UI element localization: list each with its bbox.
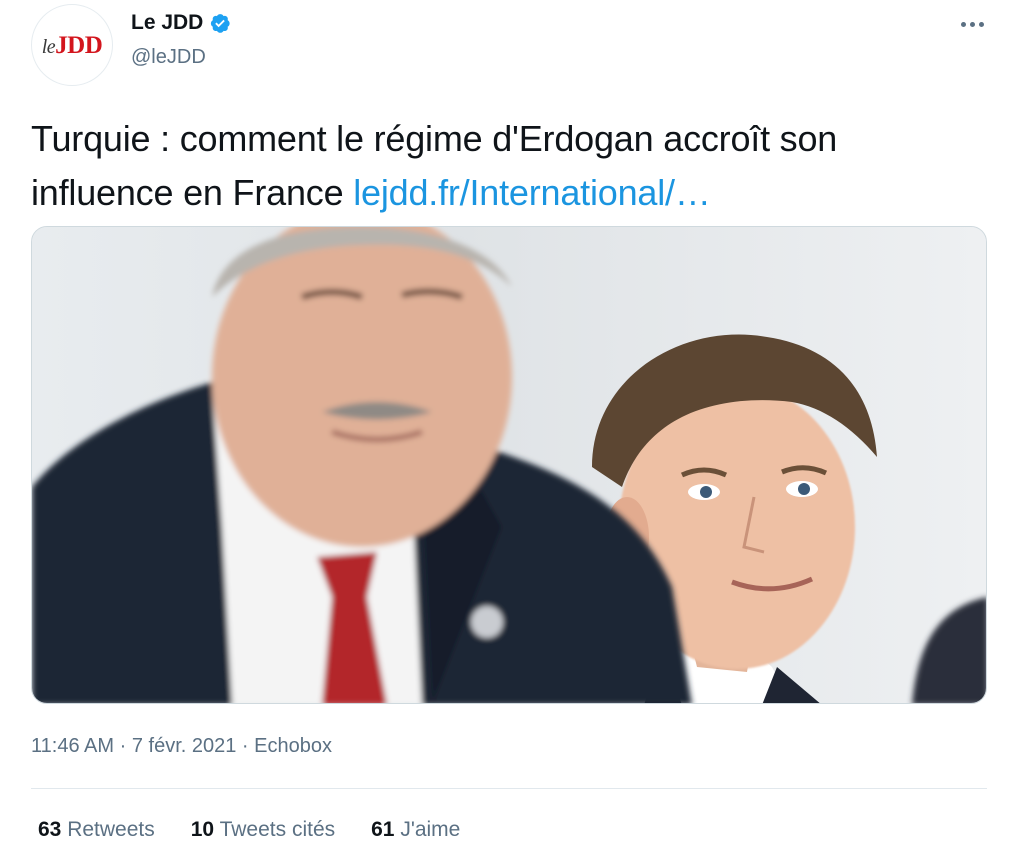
- quote-tweets-stat[interactable]: 10 Tweets cités: [191, 818, 335, 842]
- author-handle[interactable]: @leJDD: [131, 46, 206, 69]
- divider: [31, 788, 987, 789]
- verified-badge-icon: [211, 14, 230, 33]
- likes-stat[interactable]: 61 J'aime: [371, 818, 460, 842]
- tweet-stats: 63 Retweets 10 Tweets cités 61 J'aime: [38, 818, 460, 842]
- tweet-text: Turquie : comment le régime d'Erdogan ac…: [31, 112, 971, 220]
- meta-separator: ·: [119, 735, 127, 757]
- more-options-icon[interactable]: [956, 10, 988, 38]
- quote-tweets-count: 10: [190, 818, 215, 841]
- tweet-media-photo[interactable]: [31, 226, 987, 704]
- photo-illustration: [32, 227, 986, 703]
- le-jdd-logo: leJDD: [41, 31, 103, 59]
- author-avatar[interactable]: leJDD: [31, 4, 113, 86]
- tweet-time[interactable]: 11:46 AM: [31, 735, 114, 757]
- tweet-link[interactable]: lejdd.fr/International/…: [353, 172, 711, 213]
- tweet-card: leJDD Le JDD @leJDD Turquie : comment le…: [0, 0, 1024, 850]
- tweet-metadata: 11:46 AM · 7 févr. 2021 · Echobox: [31, 735, 332, 758]
- retweets-stat[interactable]: 63 Retweets: [38, 818, 155, 842]
- retweets-label: Retweets: [67, 818, 155, 841]
- quote-tweets-label: Tweets cités: [219, 818, 336, 841]
- likes-count: 61: [371, 818, 395, 841]
- likes-label: J'aime: [400, 818, 461, 841]
- tweet-date[interactable]: 7 févr. 2021: [132, 735, 237, 757]
- author-display-name[interactable]: Le JDD: [131, 11, 203, 35]
- retweets-count: 63: [38, 818, 62, 841]
- author-name[interactable]: Le JDD: [131, 11, 231, 35]
- meta-separator: ·: [241, 735, 249, 757]
- tweet-source[interactable]: Echobox: [254, 735, 332, 757]
